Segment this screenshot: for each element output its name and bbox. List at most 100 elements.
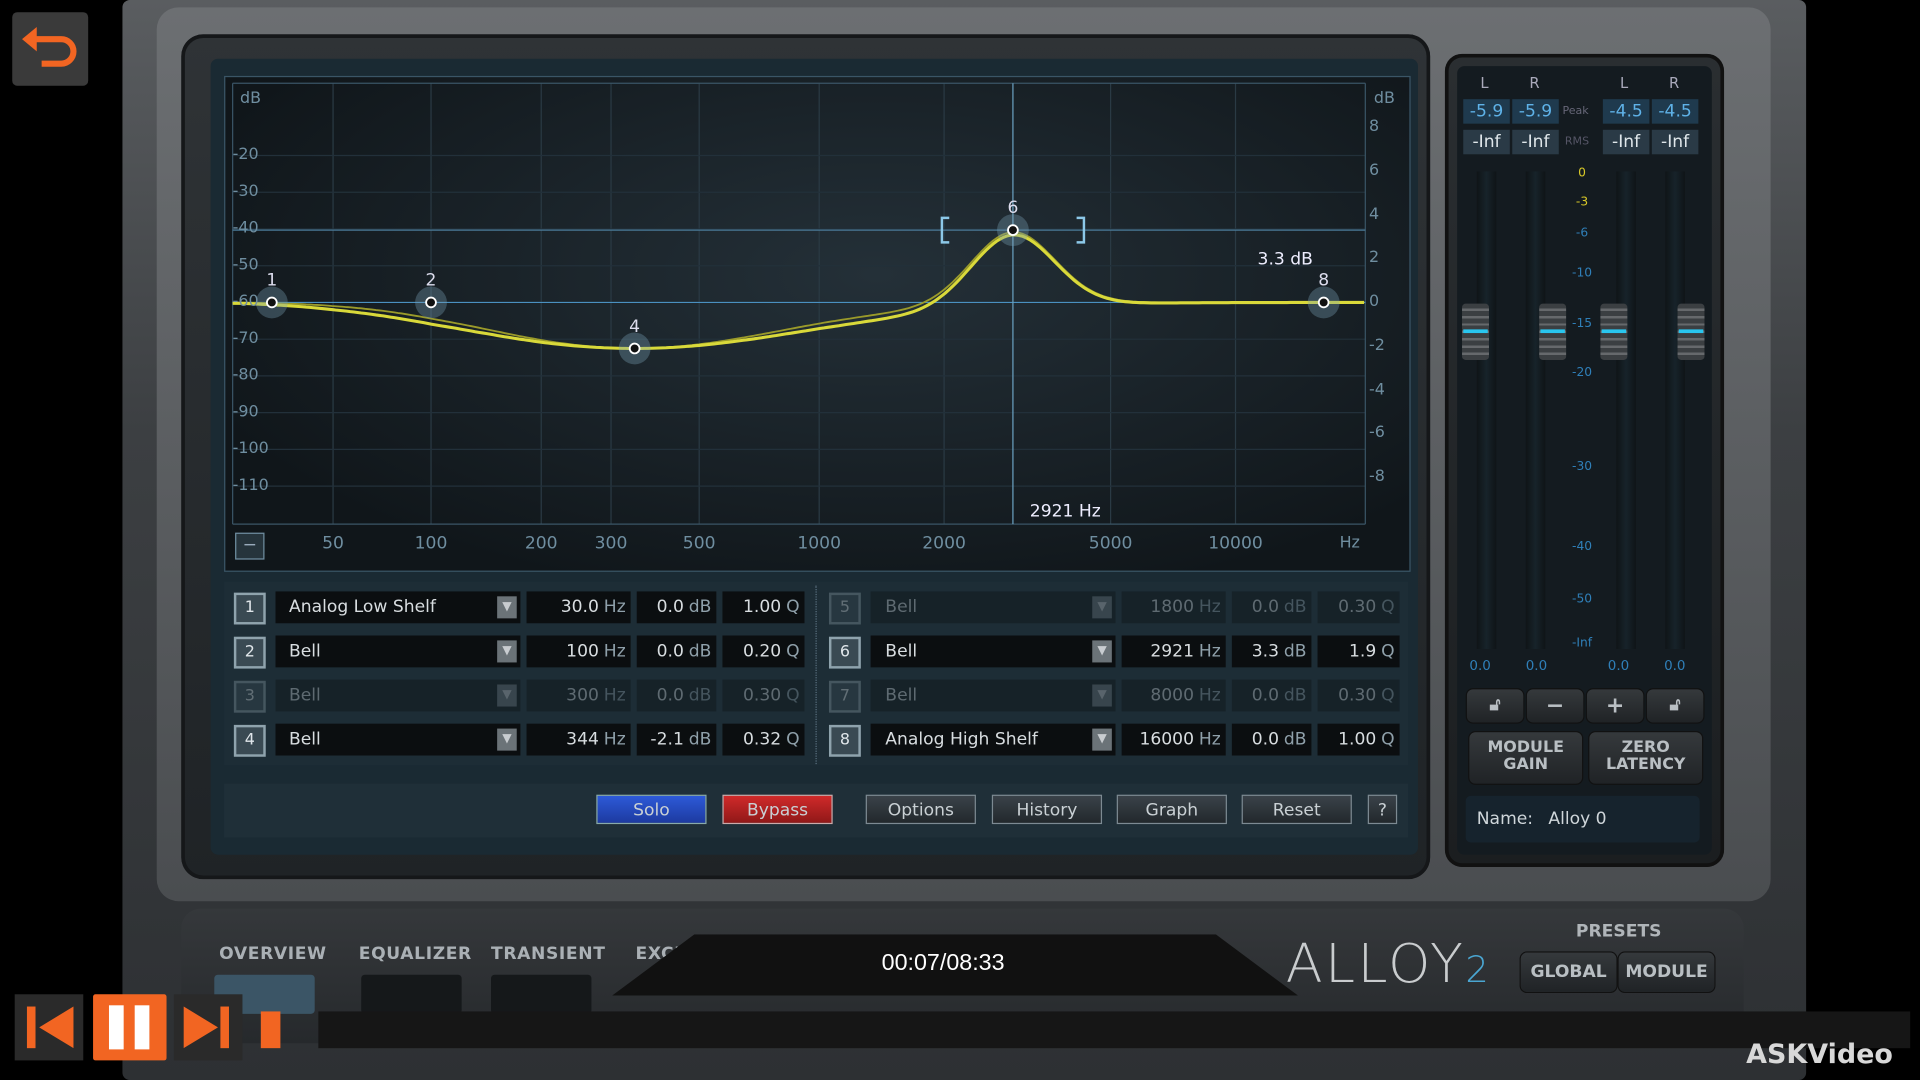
band-node-label[interactable]: 1 bbox=[264, 271, 279, 291]
band-frequency-field-unit: Hz bbox=[1198, 641, 1221, 662]
band-gain-field[interactable]: 0.0 dB bbox=[1231, 679, 1312, 712]
band-gain-field-unit: dB bbox=[1283, 729, 1307, 750]
band-q-field-unit: Q bbox=[1381, 597, 1395, 618]
band-q-field[interactable]: 0.30 Q bbox=[1317, 591, 1400, 624]
band-gain-field[interactable]: 3.3 dB bbox=[1231, 635, 1312, 668]
meter-scale-tick: -50 bbox=[1572, 592, 1593, 607]
fader-value: 0.0 bbox=[1607, 657, 1630, 674]
freq-axis-tick: 300 bbox=[594, 533, 628, 554]
band-frequency-field[interactable]: 8000 Hz bbox=[1121, 679, 1226, 712]
band-gain-field-unit: dB bbox=[1283, 597, 1307, 618]
band-q-field-value: 1.9 bbox=[1349, 641, 1377, 662]
alloy-logo: ALLOY2 bbox=[1286, 933, 1491, 995]
right-axis-tick: -8 bbox=[1368, 467, 1385, 487]
chevron-down-icon[interactable]: ▼ bbox=[1092, 728, 1112, 751]
left-axis-tick: -80 bbox=[232, 366, 259, 385]
rms-value: -Inf bbox=[1512, 129, 1559, 155]
left-axis-tick: -90 bbox=[232, 402, 259, 422]
module-presets-button[interactable]: MODULE bbox=[1618, 952, 1715, 992]
preset-name-field[interactable]: Name: Alloy 0 bbox=[1465, 795, 1700, 843]
previous-button[interactable] bbox=[14, 994, 84, 1061]
freq-axis-tick: 200 bbox=[524, 533, 558, 554]
band-type-value: Analog High Shelf bbox=[885, 729, 1038, 750]
history-button[interactable]: History bbox=[991, 794, 1103, 825]
right-axis-tick: 0 bbox=[1368, 292, 1380, 312]
band-type-select[interactable]: Analog High Shelf ▼ bbox=[870, 723, 1116, 756]
graph-button[interactable]: Graph bbox=[1116, 794, 1227, 825]
band-gain-field[interactable]: 0.0 dB bbox=[1231, 723, 1312, 756]
band-q-field-unit: Q bbox=[1381, 685, 1395, 706]
peak-value: -4.5 bbox=[1651, 99, 1699, 124]
bypass-button[interactable]: Bypass bbox=[722, 794, 833, 825]
gain-fader[interactable] bbox=[1677, 303, 1705, 361]
freq-axis-unit: Hz bbox=[1339, 533, 1360, 553]
chevron-down-icon[interactable]: ▼ bbox=[1092, 596, 1112, 619]
band-number-button[interactable]: 7 bbox=[828, 680, 861, 713]
fader-value: 0.0 bbox=[1469, 657, 1491, 674]
band-number-button[interactable]: 5 bbox=[828, 592, 861, 625]
band-number-button[interactable]: 6 bbox=[828, 636, 861, 669]
band-frequency-field-value: 1800 bbox=[1150, 597, 1195, 618]
left-axis-unit: dB bbox=[240, 89, 262, 108]
global-presets-button[interactable]: GLOBAL bbox=[1520, 952, 1617, 992]
equalizer-toggle[interactable] bbox=[361, 974, 462, 1014]
seek-handle[interactable] bbox=[260, 1011, 281, 1049]
right-axis-tick: -4 bbox=[1368, 380, 1385, 399]
meter-channel-label: L bbox=[1480, 74, 1489, 92]
band-node-label[interactable]: 2 bbox=[424, 271, 439, 291]
band-gain-field-value: 0.0 bbox=[1251, 729, 1279, 750]
next-button[interactable] bbox=[173, 994, 243, 1061]
name-label: Name: bbox=[1476, 809, 1534, 829]
meter-scale-tick: -10 bbox=[1572, 266, 1593, 281]
band-number-button[interactable]: 8 bbox=[828, 724, 861, 757]
name-value: Alloy 0 bbox=[1548, 809, 1607, 829]
tab-equalizer[interactable]: EQUALIZER bbox=[359, 944, 472, 964]
seek-bar[interactable] bbox=[318, 1011, 1911, 1049]
gain-fader[interactable] bbox=[1462, 303, 1489, 361]
solo-button[interactable]: Solo bbox=[596, 794, 707, 825]
band-type-select[interactable]: Bell ▼ bbox=[870, 679, 1116, 712]
right-axis-tick: 4 bbox=[1368, 205, 1380, 224]
tab-transient[interactable]: TRANSIENT bbox=[491, 944, 606, 964]
skip-forward-icon bbox=[183, 1006, 229, 1049]
pause-button[interactable] bbox=[93, 994, 167, 1061]
band-q-field[interactable]: 1.9 Q bbox=[1317, 635, 1400, 668]
band-frequency-field[interactable]: 1800 Hz bbox=[1121, 591, 1226, 624]
band-type-select[interactable]: Bell ▼ bbox=[870, 635, 1116, 668]
band-node-label[interactable]: 4 bbox=[627, 317, 642, 337]
gain-fader[interactable] bbox=[1600, 303, 1628, 361]
band-q-field-unit: Q bbox=[1381, 729, 1395, 750]
eq-graph-canvas[interactable] bbox=[224, 76, 1408, 569]
gain-fader[interactable] bbox=[1539, 303, 1567, 361]
band-gain-field-unit: dB bbox=[1283, 685, 1307, 706]
freq-axis-tick: 10000 bbox=[1208, 533, 1263, 554]
tab-overview[interactable]: OVERVIEW bbox=[219, 944, 326, 964]
back-button[interactable] bbox=[12, 12, 89, 86]
chevron-down-icon[interactable]: ▼ bbox=[1092, 684, 1112, 707]
meter-track bbox=[1665, 171, 1685, 649]
transient-toggle[interactable] bbox=[491, 974, 592, 1014]
chevron-down-icon[interactable]: ▼ bbox=[1092, 640, 1112, 663]
band-gain-field[interactable]: 0.0 dB bbox=[1231, 591, 1312, 624]
band-frequency-field-value: 8000 bbox=[1150, 685, 1195, 706]
reset-button[interactable]: Reset bbox=[1241, 794, 1352, 825]
meter-track bbox=[1476, 171, 1497, 649]
help-button[interactable]: ? bbox=[1367, 794, 1398, 825]
left-axis-tick: -110 bbox=[232, 476, 269, 495]
options-button[interactable]: Options bbox=[865, 794, 976, 825]
band-q-field[interactable]: 0.30 Q bbox=[1317, 679, 1400, 712]
meter-scale-tick: -15 bbox=[1572, 317, 1593, 331]
band-type-value: Bell bbox=[885, 641, 918, 662]
band-node-label[interactable]: 6 bbox=[1006, 198, 1021, 218]
band-gain-field-value: 0.0 bbox=[1251, 597, 1279, 618]
peak-value: -4.5 bbox=[1602, 99, 1650, 124]
band-q-field[interactable]: 1.00 Q bbox=[1317, 723, 1400, 756]
band-node-label[interactable]: 8 bbox=[1316, 271, 1331, 291]
band-frequency-field[interactable]: 2921 Hz bbox=[1121, 635, 1226, 668]
band-frequency-field[interactable]: 16000 Hz bbox=[1121, 723, 1226, 756]
right-axis-tick: 8 bbox=[1368, 117, 1380, 136]
zoom-out-button[interactable]: − bbox=[235, 532, 265, 560]
stage: dB dB Hz − 3.3 dB 2921 Hz Solo Bypass Op… bbox=[0, 0, 1920, 1080]
logo-suffix: 2 bbox=[1465, 948, 1492, 992]
band-type-select[interactable]: Bell ▼ bbox=[870, 591, 1116, 624]
